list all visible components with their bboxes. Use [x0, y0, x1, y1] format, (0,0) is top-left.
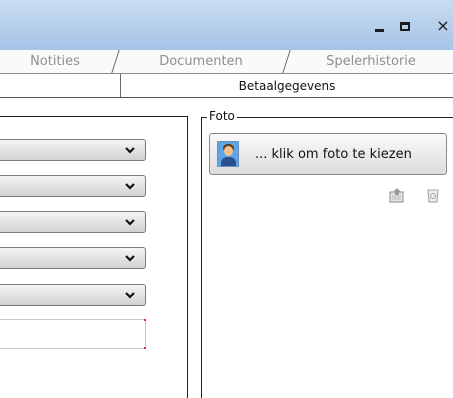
validation-marker	[144, 319, 146, 321]
tab-row-top: Notities Documenten Spelerhistorie	[0, 50, 453, 74]
dropdown-5[interactable]	[0, 284, 146, 306]
dropdown-4[interactable]	[0, 247, 146, 269]
close-icon: ×	[436, 16, 450, 35]
minimize-icon	[374, 28, 384, 32]
tab-divider	[111, 50, 120, 73]
maximize-button[interactable]	[395, 16, 415, 36]
close-button[interactable]: ×	[433, 16, 453, 36]
choose-photo-label: ... klik om foto te kiezen	[255, 146, 412, 162]
chevron-down-icon	[125, 255, 135, 262]
dropdown-1[interactable]	[0, 139, 146, 161]
foto-legend: Foto	[207, 109, 237, 123]
dropdown-3[interactable]	[0, 211, 146, 233]
tab-divider	[282, 50, 291, 73]
text-input-field[interactable]	[0, 319, 146, 349]
chevron-down-icon	[125, 147, 135, 154]
dropdown-2[interactable]	[0, 175, 146, 197]
tab-documenten[interactable]: Documenten	[120, 50, 282, 73]
tab-betaalgegevens[interactable]: Betaalgegevens	[121, 74, 453, 97]
minimize-button[interactable]	[369, 16, 389, 36]
maximize-icon	[400, 21, 410, 31]
chevron-down-icon	[125, 292, 135, 299]
tab-label: Spelerhistorie	[326, 54, 416, 69]
title-bar: ×	[0, 0, 453, 50]
tab-spelerhistorie[interactable]: Spelerhistorie	[292, 50, 450, 73]
tab-label: Documenten	[159, 54, 243, 69]
tab-label: Betaalgegevens	[238, 78, 336, 93]
validation-marker	[144, 347, 146, 349]
person-photo-icon	[217, 141, 239, 167]
upload-photo-icon[interactable]	[389, 187, 405, 203]
tab-notities[interactable]: Notities	[0, 50, 110, 73]
chevron-down-icon	[125, 183, 135, 190]
choose-photo-button[interactable]: ... klik om foto te kiezen	[209, 133, 447, 175]
tab-label: Notities	[30, 54, 80, 69]
chevron-down-icon	[125, 219, 135, 226]
tab-row-bottom: Betaalgegevens	[0, 74, 453, 98]
delete-photo-icon[interactable]	[425, 187, 441, 203]
